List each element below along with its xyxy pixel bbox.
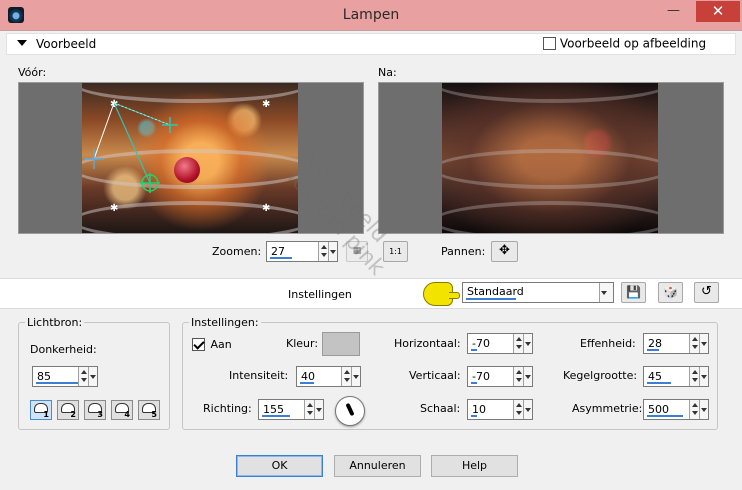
light-5-button[interactable]: 5 <box>138 400 160 420</box>
intensity-spinner[interactable] <box>341 367 351 386</box>
direction-dropdown-icon[interactable] <box>314 400 323 419</box>
close-button[interactable]: ✕ <box>696 1 740 22</box>
zoom-field[interactable]: 27 <box>266 241 338 262</box>
pan-button[interactable]: ✥ <box>491 241 518 262</box>
asymmetry-spinner[interactable] <box>689 400 699 419</box>
zoom-spinner[interactable] <box>318 242 328 261</box>
scale-dropdown-icon[interactable] <box>523 400 532 419</box>
settings-title: Instellingen: <box>189 316 261 329</box>
help-button[interactable]: Help <box>431 455 518 477</box>
asymmetry-dropdown-icon[interactable] <box>699 400 708 419</box>
zoom-label: Zoomen: <box>212 245 262 258</box>
scale-label: Schaal: <box>420 402 461 415</box>
vertical-field[interactable]: -70 <box>467 366 533 387</box>
preview-on-image-option[interactable]: Voorbeeld op afbeelding <box>543 36 706 51</box>
pan-label: Pannen: <box>441 245 486 258</box>
light-1-button[interactable]: 1 <box>30 400 52 420</box>
reset-button[interactable]: ↺ <box>694 282 719 303</box>
reset-icon: ↺ <box>701 284 712 299</box>
light-2-button[interactable]: 2 <box>57 400 79 420</box>
smoothness-dropdown-icon[interactable] <box>699 334 708 353</box>
smoothness-field[interactable]: 28 <box>643 333 709 354</box>
minimize-button[interactable]: — <box>661 1 686 22</box>
scale-field[interactable]: 10 <box>467 399 533 420</box>
wave-decoration <box>442 201 658 233</box>
zoom-actual-size-button[interactable]: 1:1 <box>383 241 408 262</box>
preview-on-image-label: Voorbeeld op afbeelding <box>559 36 707 51</box>
after-label: Na: <box>378 66 397 79</box>
cone-size-dropdown-icon[interactable] <box>699 367 708 386</box>
zoom-fit-button[interactable]: ▦ <box>346 241 368 262</box>
scale-spinner[interactable] <box>513 400 523 419</box>
on-checkbox[interactable] <box>192 337 205 351</box>
asymmetry-label: Asymmetrie: <box>572 402 643 415</box>
zoom-dropdown-icon[interactable] <box>328 242 337 261</box>
save-preset-button[interactable]: 💾 <box>621 282 646 303</box>
direction-spinner[interactable] <box>304 400 314 419</box>
intensity-label: Intensiteit: <box>229 369 289 382</box>
darkness-field[interactable]: 85 <box>32 366 98 387</box>
cone-size-spinner[interactable] <box>689 367 699 386</box>
direction-field[interactable]: 155 <box>258 399 324 420</box>
on-label: Aan <box>210 337 232 351</box>
horizontal-spinner[interactable] <box>513 334 523 353</box>
direction-dial[interactable] <box>335 396 365 426</box>
save-icon: 💾 <box>626 285 641 299</box>
before-image[interactable]: ✱ ✱ ✱ ✱ <box>82 83 298 233</box>
cancel-button[interactable]: Annuleren <box>334 455 421 477</box>
vertical-spinner[interactable] <box>513 367 523 386</box>
lightsource-title: Lichtbron: <box>25 316 85 329</box>
wave-decoration <box>442 149 658 189</box>
intensity-dropdown-icon[interactable] <box>351 367 360 386</box>
pointing-hand-icon <box>423 282 460 306</box>
preview-on-image-checkbox[interactable] <box>543 37 556 50</box>
preset-select[interactable]: Standaard <box>462 282 614 303</box>
light-direction-overlay[interactable] <box>82 83 298 233</box>
asymmetry-field[interactable]: 500 <box>643 399 709 420</box>
cone-size-label: Kegelgrootte: <box>563 369 638 382</box>
darkness-label: Donkerheid: <box>30 343 97 356</box>
wave-decoration <box>442 83 658 103</box>
horizontal-label: Horizontaal: <box>394 337 461 350</box>
preset-value: Standaard <box>467 285 524 298</box>
cone-size-field[interactable]: 45 <box>643 366 709 387</box>
preset-dropdown-icon[interactable] <box>599 283 613 302</box>
darkness-spinner[interactable] <box>78 367 88 386</box>
on-option[interactable]: Aan <box>192 337 232 351</box>
direction-needle-icon <box>345 402 355 417</box>
vertical-label: Verticaal: <box>409 369 461 382</box>
color-swatch[interactable] <box>322 332 360 356</box>
dice-icon: 🎲 <box>663 285 678 299</box>
title-bar: Lampen — ✕ <box>0 0 742 31</box>
horizontal-field[interactable]: -70 <box>467 333 533 354</box>
light-3-button[interactable]: 3 <box>84 400 106 420</box>
preview-header[interactable]: Voorbeeld Voorbeeld op afbeelding <box>6 33 736 55</box>
before-label: Vóór: <box>18 66 47 79</box>
light-4-button[interactable]: 4 <box>111 400 133 420</box>
direction-label: Richting: <box>203 402 252 415</box>
after-image <box>442 83 658 233</box>
smoothness-spinner[interactable] <box>689 334 699 353</box>
horizontal-dropdown-icon[interactable] <box>523 334 532 353</box>
darkness-dropdown-icon[interactable] <box>88 367 97 386</box>
preview-section-title: Voorbeeld <box>36 37 97 51</box>
window-title: Lampen <box>342 7 400 23</box>
actual-size-icon: 1:1 <box>389 247 402 256</box>
randomize-button[interactable]: 🎲 <box>658 282 683 303</box>
smoothness-label: Effenheid: <box>580 337 636 350</box>
intensity-field[interactable]: 40 <box>296 366 361 387</box>
zoom-fit-icon: ▦ <box>352 246 362 256</box>
vertical-dropdown-icon[interactable] <box>523 367 532 386</box>
ok-button[interactable]: OK <box>236 455 323 477</box>
collapse-caret-icon[interactable] <box>17 40 27 46</box>
pan-icon: ✥ <box>499 243 510 258</box>
color-label: Kleur: <box>286 337 319 350</box>
before-preview[interactable]: ✱ ✱ ✱ ✱ <box>18 82 364 234</box>
presets-label: Instellingen <box>288 288 352 301</box>
after-preview[interactable] <box>378 82 724 234</box>
